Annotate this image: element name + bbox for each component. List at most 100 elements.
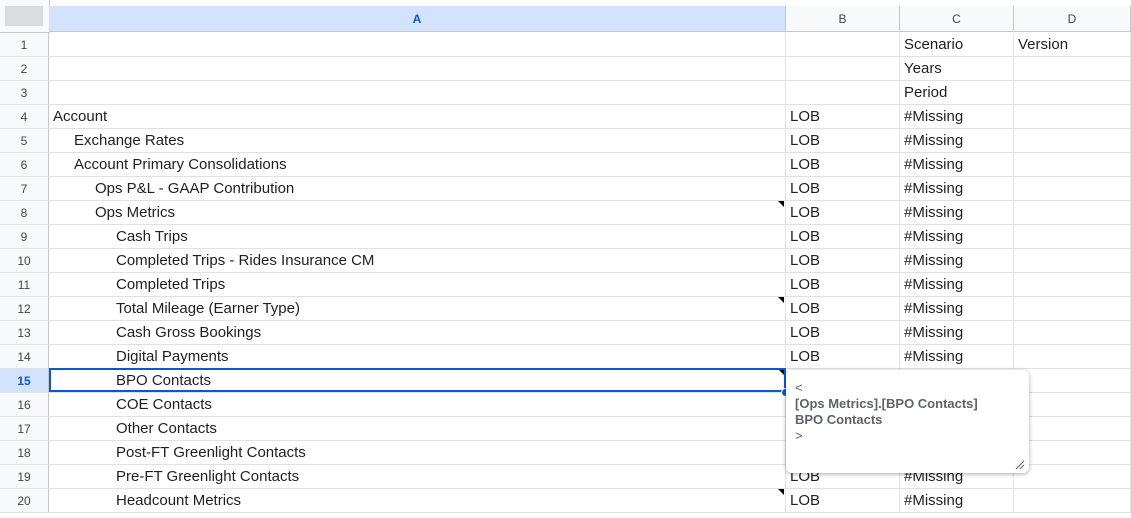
row-header[interactable]: 5: [0, 129, 49, 153]
cell-d[interactable]: [1014, 105, 1131, 129]
row-header[interactable]: 6: [0, 153, 49, 177]
cell-d[interactable]: [1014, 57, 1131, 81]
cell-d[interactable]: [1014, 489, 1131, 513]
cell-c[interactable]: #Missing: [900, 201, 1014, 225]
column-header-c[interactable]: C: [900, 6, 1014, 32]
cell-c[interactable]: #Missing: [900, 489, 1014, 513]
cell-a[interactable]: BPO Contacts: [49, 369, 786, 393]
row-header[interactable]: 7: [0, 177, 49, 201]
row-header[interactable]: 1: [0, 33, 49, 57]
cell-b[interactable]: [786, 57, 900, 81]
column-header-b[interactable]: B: [786, 6, 900, 32]
row-header[interactable]: 4: [0, 105, 49, 129]
cell-note-popup[interactable]: < [Ops Metrics].[BPO Contacts] BPO Conta…: [786, 370, 1029, 473]
row-header[interactable]: 11: [0, 273, 49, 297]
cell-b[interactable]: LOB: [786, 273, 900, 297]
resize-handle-icon[interactable]: [1015, 460, 1025, 470]
cell-a[interactable]: Account: [49, 105, 786, 129]
column-header-a[interactable]: A: [49, 6, 786, 32]
row-header[interactable]: 10: [0, 249, 49, 273]
cell-c[interactable]: Years: [900, 57, 1014, 81]
cell-b[interactable]: LOB: [786, 249, 900, 273]
cell-a[interactable]: [49, 81, 786, 105]
cell-c[interactable]: #Missing: [900, 105, 1014, 129]
cell-a[interactable]: Ops P&L - GAAP Contribution: [49, 177, 786, 201]
cell-b[interactable]: LOB: [786, 201, 900, 225]
cell-a[interactable]: Other Contacts: [49, 417, 786, 441]
row-header[interactable]: 17: [0, 417, 49, 441]
cell-c[interactable]: #Missing: [900, 321, 1014, 345]
cell-d[interactable]: [1014, 321, 1131, 345]
note-indicator-icon: [778, 489, 784, 495]
cell-c[interactable]: #Missing: [900, 297, 1014, 321]
cell-b[interactable]: LOB: [786, 225, 900, 249]
cell-a[interactable]: Ops Metrics: [49, 201, 786, 225]
cell-a[interactable]: Total Mileage (Earner Type): [49, 297, 786, 321]
cell-d[interactable]: [1014, 153, 1131, 177]
cell-a[interactable]: Completed Trips: [49, 273, 786, 297]
cell-a[interactable]: Digital Payments: [49, 345, 786, 369]
cell-a[interactable]: COE Contacts: [49, 393, 786, 417]
cell-d[interactable]: [1014, 417, 1131, 441]
row-header[interactable]: 8: [0, 201, 49, 225]
cell-a[interactable]: [49, 57, 786, 81]
cell-c[interactable]: #Missing: [900, 249, 1014, 273]
row-header[interactable]: 9: [0, 225, 49, 249]
cell-b[interactable]: LOB: [786, 489, 900, 513]
row-header[interactable]: 19: [0, 465, 49, 489]
cell-a[interactable]: Cash Trips: [49, 225, 786, 249]
cell-d[interactable]: [1014, 225, 1131, 249]
cell-b[interactable]: LOB: [786, 153, 900, 177]
cell-c[interactable]: Scenario: [900, 33, 1014, 57]
cell-a[interactable]: Pre-FT Greenlight Contacts: [49, 465, 786, 489]
cell-a[interactable]: Exchange Rates: [49, 129, 786, 153]
cell-a[interactable]: Account Primary Consolidations: [49, 153, 786, 177]
cell-c[interactable]: #Missing: [900, 129, 1014, 153]
cell-d[interactable]: [1014, 129, 1131, 153]
row-header[interactable]: 12: [0, 297, 49, 321]
row-header[interactable]: 2: [0, 57, 49, 81]
cell-d[interactable]: [1014, 345, 1131, 369]
select-all-triangle: [5, 6, 43, 26]
cell-d[interactable]: [1014, 201, 1131, 225]
cell-c[interactable]: #Missing: [900, 177, 1014, 201]
select-all-corner[interactable]: [0, 0, 50, 33]
cell-a[interactable]: Post-FT Greenlight Contacts: [49, 441, 786, 465]
cell-a[interactable]: Cash Gross Bookings: [49, 321, 786, 345]
cell-b[interactable]: LOB: [786, 345, 900, 369]
cell-d[interactable]: Version: [1014, 33, 1131, 57]
row-header[interactable]: 13: [0, 321, 49, 345]
cell-a[interactable]: Completed Trips - Rides Insurance CM: [49, 249, 786, 273]
row-header[interactable]: 14: [0, 345, 49, 369]
cell-d[interactable]: [1014, 81, 1131, 105]
cell-b[interactable]: LOB: [786, 105, 900, 129]
cell-c[interactable]: #Missing: [900, 273, 1014, 297]
cell-c[interactable]: Period: [900, 81, 1014, 105]
cell-b[interactable]: LOB: [786, 321, 900, 345]
row-header[interactable]: 18: [0, 441, 49, 465]
cell-d[interactable]: [1014, 249, 1131, 273]
cell-d[interactable]: [1014, 369, 1131, 393]
cell-a[interactable]: Headcount Metrics: [49, 489, 786, 513]
row-header[interactable]: 15: [0, 369, 49, 393]
cell-c[interactable]: #Missing: [900, 225, 1014, 249]
cell-b[interactable]: LOB: [786, 177, 900, 201]
cell-b[interactable]: [786, 33, 900, 57]
cell-d[interactable]: [1014, 441, 1131, 465]
cell-b[interactable]: LOB: [786, 297, 900, 321]
cell-d[interactable]: [1014, 297, 1131, 321]
cell-d[interactable]: [1014, 273, 1131, 297]
cell-d[interactable]: [1014, 465, 1131, 489]
row-header[interactable]: 20: [0, 489, 49, 513]
cell-c[interactable]: #Missing: [900, 153, 1014, 177]
cell-d[interactable]: [1014, 393, 1131, 417]
note-line-2: [Ops Metrics].[BPO Contacts]: [795, 396, 978, 411]
row-header[interactable]: 16: [0, 393, 49, 417]
cell-a[interactable]: [49, 33, 786, 57]
cell-c[interactable]: #Missing: [900, 345, 1014, 369]
cell-d[interactable]: [1014, 177, 1131, 201]
cell-b[interactable]: LOB: [786, 129, 900, 153]
row-header[interactable]: 3: [0, 81, 49, 105]
column-header-d[interactable]: D: [1014, 6, 1131, 32]
cell-b[interactable]: [786, 81, 900, 105]
